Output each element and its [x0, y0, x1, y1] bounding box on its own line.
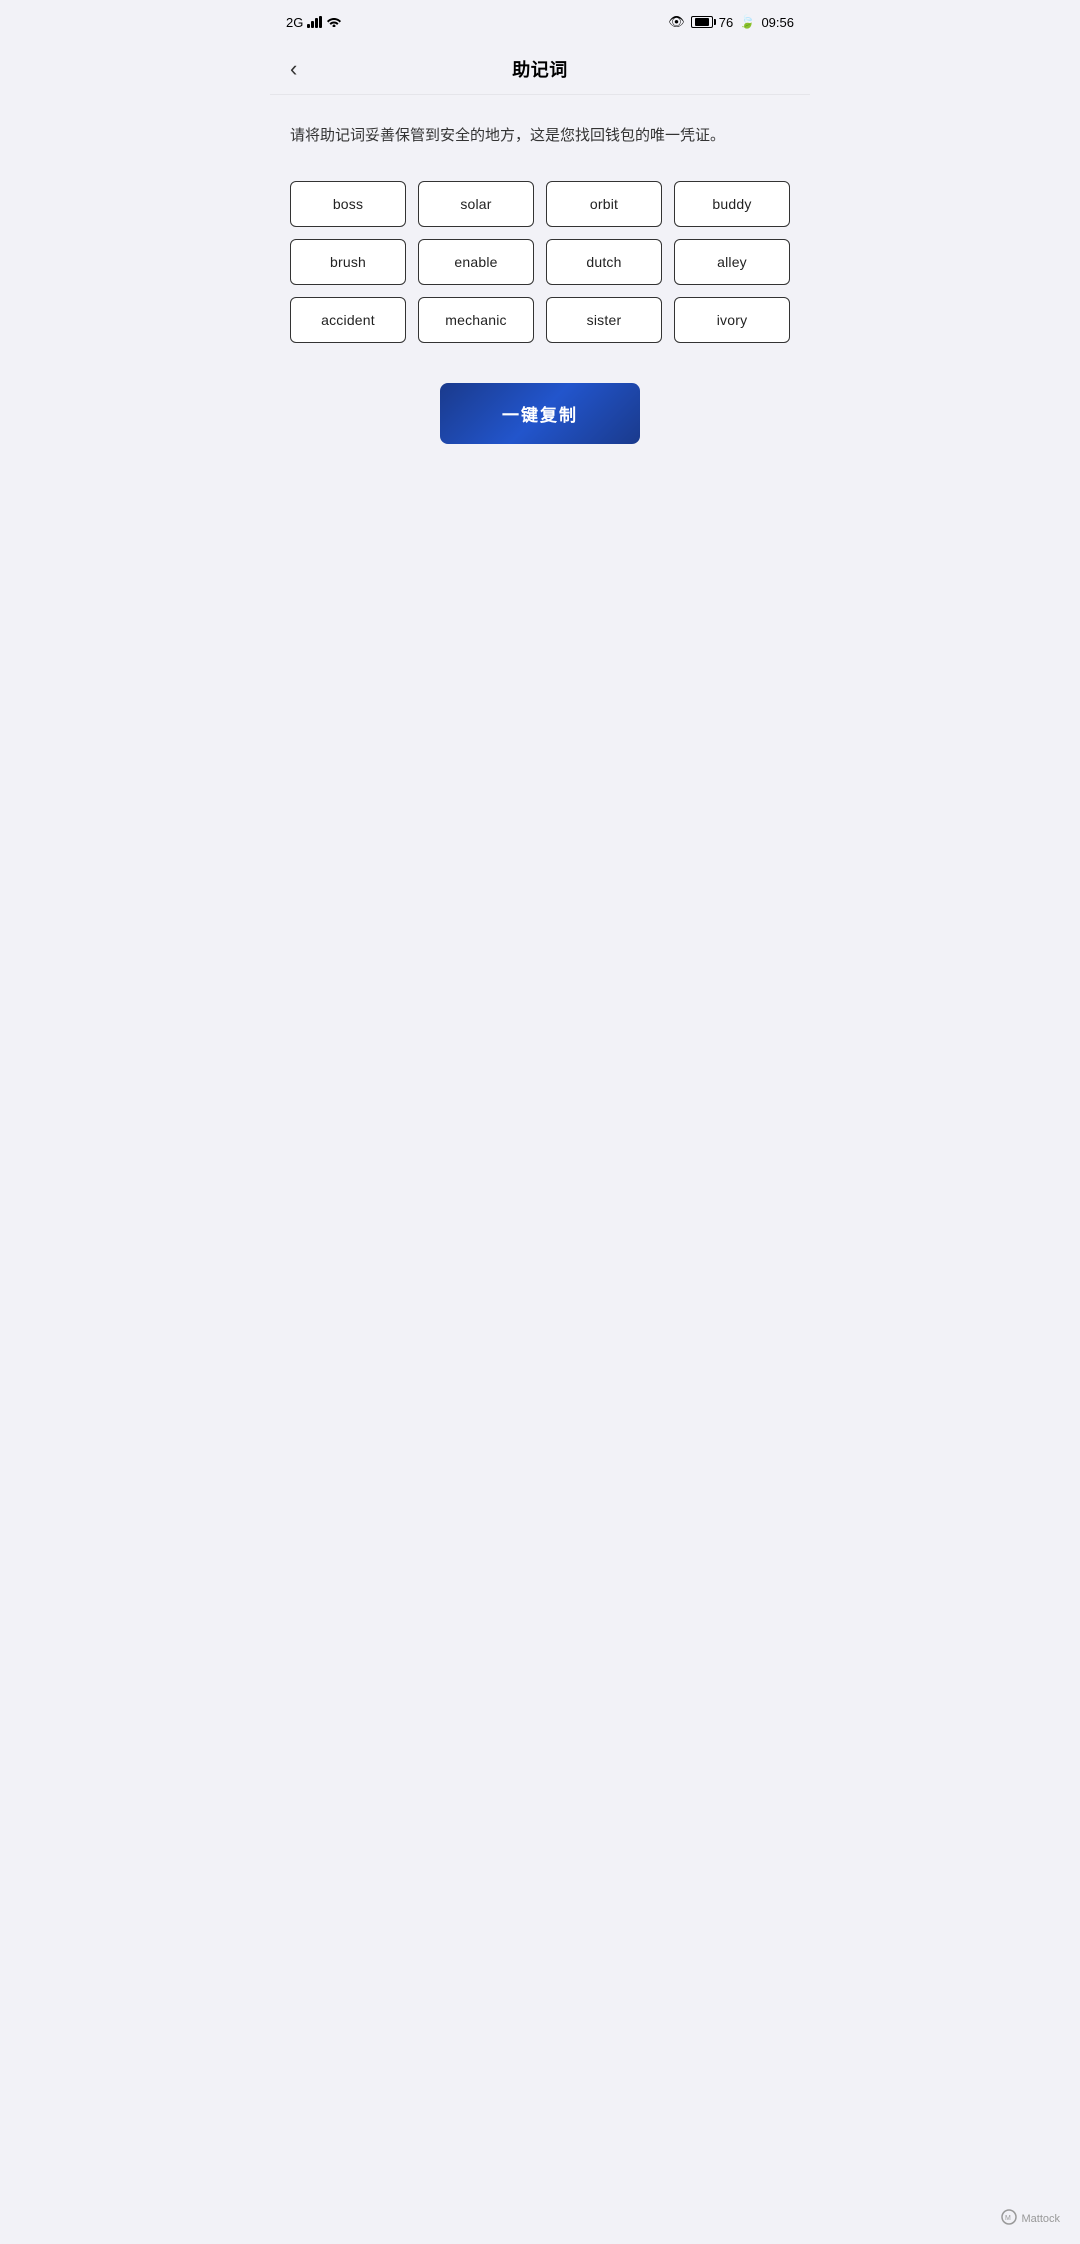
- status-left: 2G: [286, 15, 342, 30]
- battery-label: 76: [719, 15, 733, 30]
- word-chip-10: mechanic: [418, 297, 534, 343]
- word-chip-7: dutch: [546, 239, 662, 285]
- word-chip-12: ivory: [674, 297, 790, 343]
- back-button[interactable]: ‹: [290, 58, 297, 80]
- main-content: 请将助记词妥善保管到安全的地方，这是您找回钱包的唯一凭证。 boss solaro…: [270, 95, 810, 504]
- word-chip-6: enable: [418, 239, 534, 285]
- word-chip-8: alley: [674, 239, 790, 285]
- eye-icon: 👁: [668, 14, 685, 30]
- word-chip-9: accident: [290, 297, 406, 343]
- status-bar: 2G 👁 76 🍃 09:56: [270, 0, 810, 44]
- word-chip-2: solar: [418, 181, 534, 227]
- word-chip-3: orbit: [546, 181, 662, 227]
- mnemonic-word-grid: boss solar orbit buddy brush enable dutch alley…: [290, 181, 790, 343]
- network-label: 2G: [286, 15, 303, 30]
- status-right: 👁 76 🍃 09:56: [668, 14, 794, 30]
- page-title: 助记词: [512, 56, 568, 82]
- word-chip-4: buddy: [674, 181, 790, 227]
- brand-name: Mattock: [1021, 2213, 1060, 2225]
- word-chip-11: sister: [546, 297, 662, 343]
- word-chip-1: boss: [290, 181, 406, 227]
- nav-bar: ‹ 助记词: [270, 44, 810, 95]
- signal-icon: [307, 16, 322, 28]
- time-label: 09:56: [761, 15, 794, 30]
- battery-icon: [691, 16, 713, 28]
- description-text: 请将助记词妥善保管到安全的地方，这是您找回钱包的唯一凭证。: [290, 123, 790, 149]
- copy-button-wrapper: 一键复制: [290, 383, 790, 444]
- svg-text:M: M: [1005, 2215, 1011, 2222]
- wifi-icon: [326, 15, 342, 30]
- copy-all-button[interactable]: 一键复制: [440, 383, 640, 444]
- leaf-icon: 🍃: [739, 14, 755, 30]
- word-chip-5: brush: [290, 239, 406, 285]
- brand-logo: M: [1001, 2209, 1017, 2228]
- footer: M Mattock: [1001, 2209, 1060, 2228]
